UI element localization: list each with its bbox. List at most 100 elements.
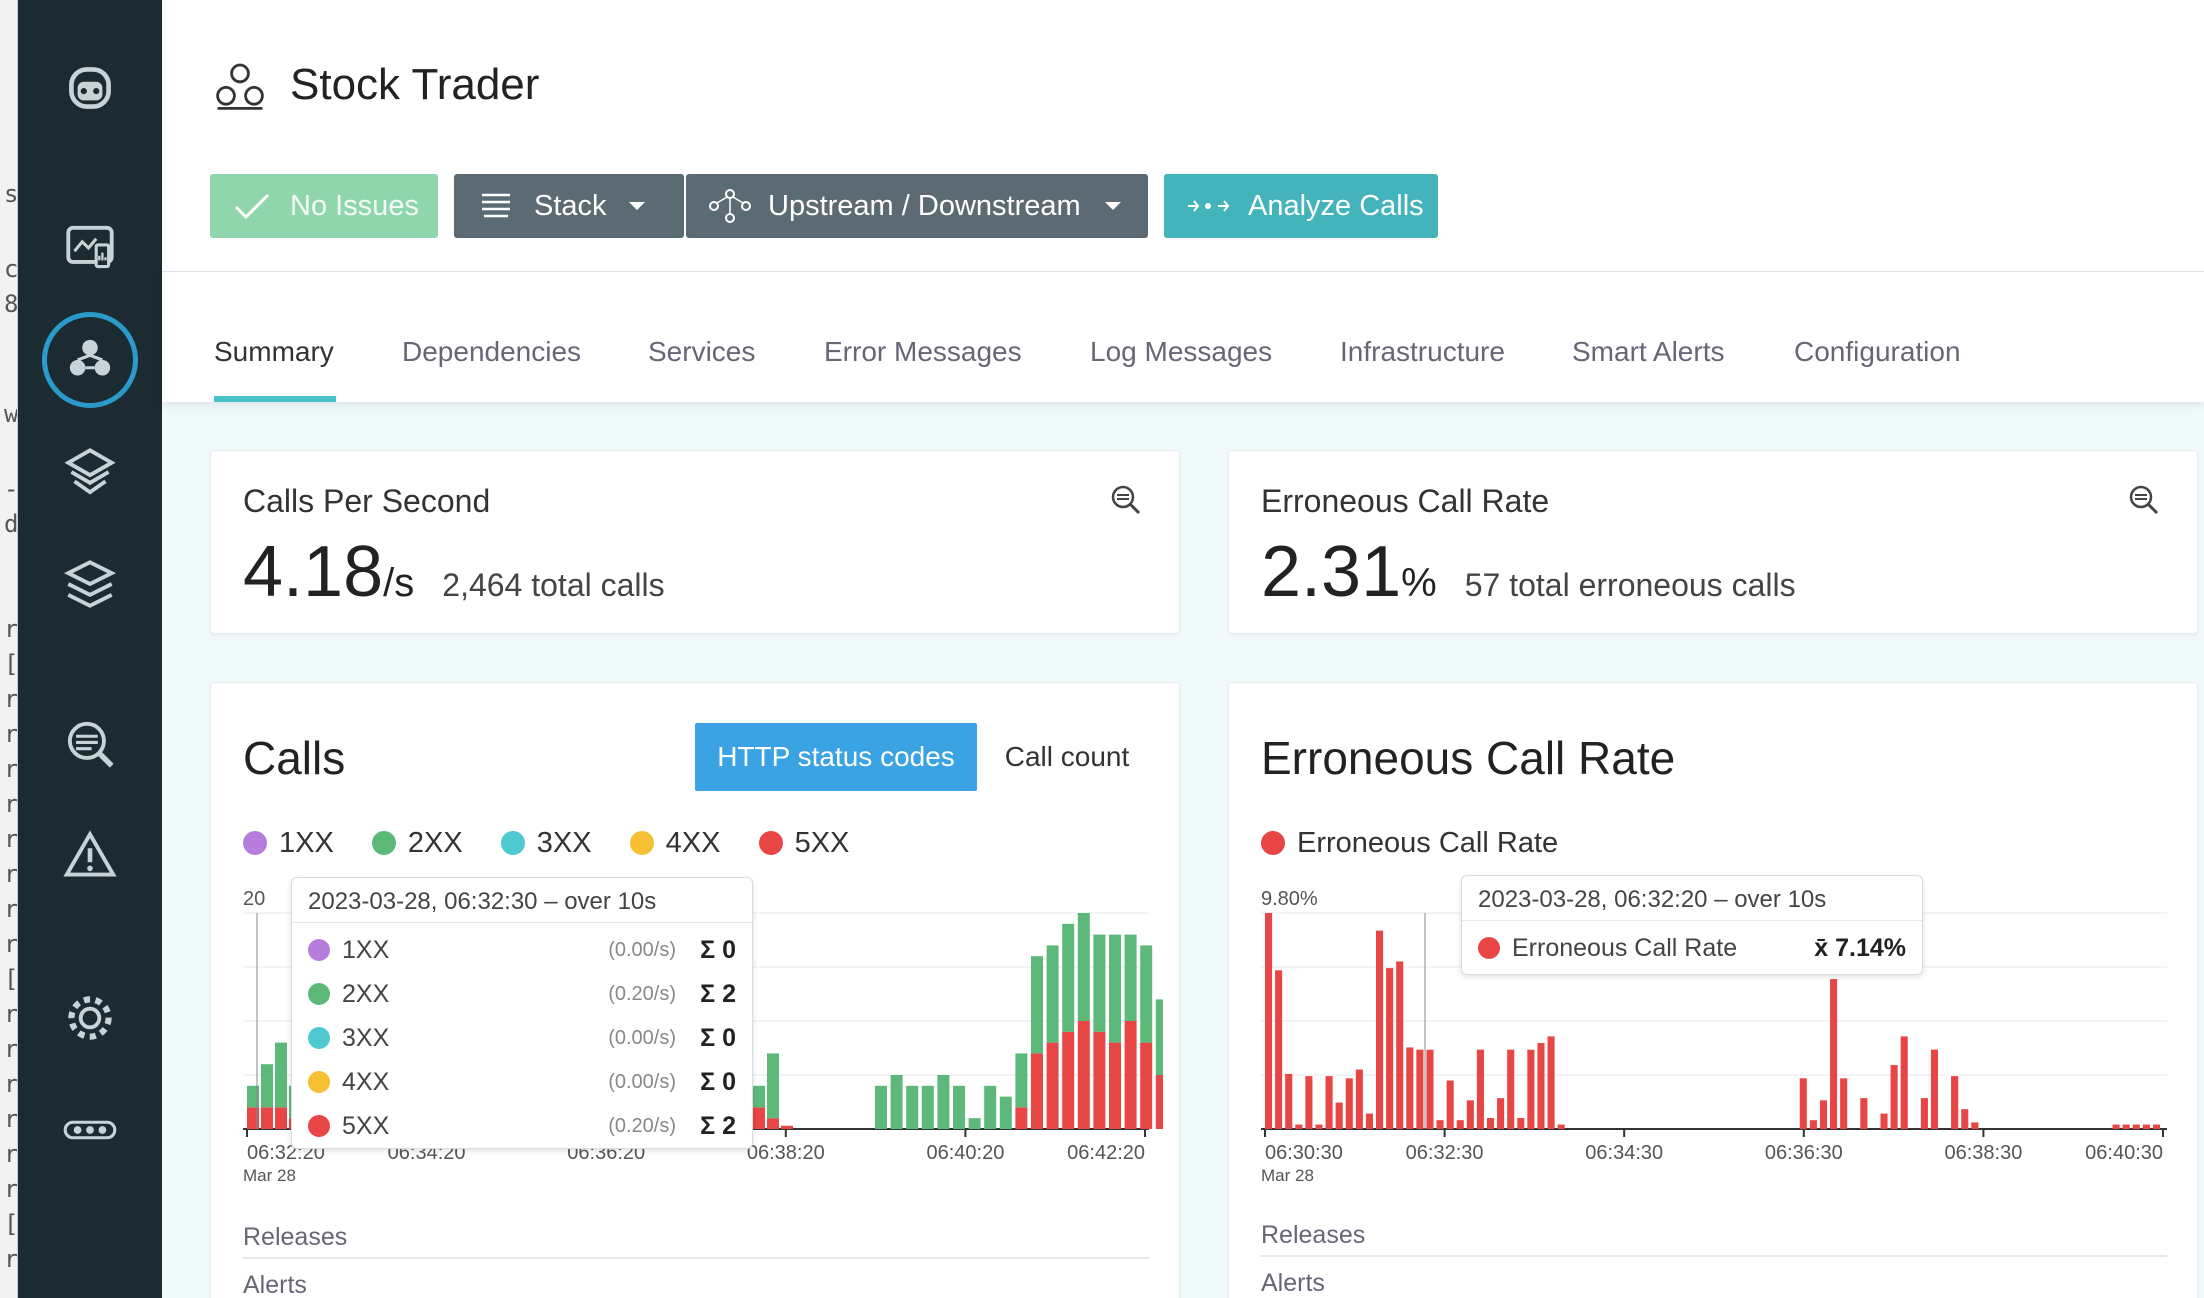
legend-4xx[interactable]: 4XX (629, 827, 721, 859)
tab-configuration[interactable]: Configuration (1794, 336, 1961, 368)
upstream-downstream-dropdown[interactable]: Upstream / Downstream (686, 174, 1148, 238)
bar-2xx (1077, 913, 1090, 1021)
bar-2xx (1031, 956, 1043, 1054)
more-icon[interactable] (54, 1094, 126, 1166)
bar-erroneous-rate (2132, 1124, 2140, 1129)
bar-2xx (921, 1085, 934, 1129)
divider (1261, 1255, 2167, 1257)
tab-services[interactable]: Services (648, 336, 755, 368)
no-issues-button[interactable]: No Issues (210, 174, 438, 238)
analyze-icon[interactable] (1105, 479, 1145, 519)
divider (243, 1257, 1149, 1259)
bar-2xx (1109, 934, 1121, 1043)
dashboard-icon[interactable] (54, 212, 126, 284)
legend-1xx[interactable]: 1XX (243, 827, 334, 859)
robot-logo-icon[interactable] (54, 52, 126, 124)
bar-erroneous-rate (1951, 1076, 1959, 1129)
tab-summary[interactable]: Summary (214, 336, 334, 368)
tooltip-header: 2023-03-28, 06:32:30 – over 10s (308, 888, 657, 915)
tooltip-row-3xx: 3XX (0.00/s) Σ 0 (308, 1018, 736, 1058)
alert-icon[interactable] (54, 820, 126, 892)
bar-erroneous-rate (1840, 1078, 1848, 1129)
bar-5xx (1093, 1031, 1106, 1129)
bar-erroneous-rate (1547, 1036, 1555, 1129)
x-tick-label: 06:42:20 (1067, 1142, 1145, 1164)
bar-2xx (875, 1085, 887, 1129)
bar-2xx (753, 1085, 765, 1108)
bar-2xx (906, 1085, 919, 1129)
divider (1462, 920, 1922, 921)
bar-erroneous-rate (1507, 1049, 1515, 1129)
erroneous-rate-legend: Erroneous Call Rate (1261, 827, 1588, 860)
bar-2xx (999, 1096, 1012, 1129)
tab-error-messages[interactable]: Error Messages (824, 336, 1022, 368)
legend-dot (371, 831, 396, 855)
service-icon[interactable] (54, 436, 126, 508)
bar-erroneous-rate (1486, 1117, 1495, 1129)
bar-2xx (890, 1075, 903, 1129)
page-title: Stock Trader (290, 60, 540, 109)
legend-2xx[interactable]: 2XX (371, 827, 463, 859)
legend-dot (243, 831, 267, 855)
x-date-label: Mar 28 (243, 1166, 296, 1185)
legend-erroneous-call-rate[interactable]: Erroneous Call Rate (1261, 827, 1558, 859)
tab-dependencies[interactable]: Dependencies (402, 336, 581, 368)
divider (292, 922, 752, 923)
stack-dropdown[interactable]: Stack (454, 174, 684, 238)
analyze-icon[interactable] (54, 708, 126, 780)
mean-value: x̄ 7.14% (1814, 933, 1906, 962)
layers-icon[interactable] (54, 548, 126, 620)
legend-5xx[interactable]: 5XX (758, 827, 849, 859)
analyze-calls-button[interactable]: Analyze Calls (1164, 174, 1438, 238)
bar-5xx (1015, 1107, 1028, 1129)
bar-erroneous-rate (1497, 1098, 1505, 1129)
erroneous-rate-tooltip: 2023-03-28, 06:32:20 – over 10s Erroneou… (1461, 875, 1923, 975)
bar-erroneous-rate (1285, 1073, 1293, 1129)
x-tick-label: 06:36:30 (1765, 1142, 1843, 1164)
bar-erroneous-rate (1537, 1043, 1545, 1129)
bar-5xx (1046, 1042, 1059, 1129)
bar-erroneous-rate (1416, 1049, 1424, 1129)
bar-erroneous-rate (1961, 1109, 1969, 1129)
sum-value: Σ 0 (700, 1023, 736, 1052)
x-date-label: Mar 28 (1261, 1166, 1314, 1185)
tab-log-messages[interactable]: Log Messages (1090, 336, 1272, 368)
bar-erroneous-rate (1375, 930, 1384, 1129)
legend-dot (500, 831, 525, 855)
settings-icon[interactable] (54, 982, 126, 1054)
bar-erroneous-rate (1890, 1065, 1898, 1129)
tab-smart-alerts[interactable]: Smart Alerts (1572, 336, 1724, 368)
bar-5xx (275, 1107, 287, 1129)
bar-5xx (781, 1125, 793, 1129)
tab-infrastructure[interactable]: Infrastructure (1340, 336, 1505, 368)
bar-erroneous-rate (1830, 979, 1838, 1129)
legend-dot (308, 1115, 330, 1137)
bar-2xx (968, 1118, 981, 1129)
analyze-icon[interactable] (2123, 479, 2163, 519)
bar-erroneous-rate (1476, 1049, 1484, 1129)
bar-erroneous-rate (1335, 1102, 1343, 1129)
bar-erroneous-rate (1446, 1080, 1454, 1129)
releases-label: Releases (1261, 1221, 1366, 1249)
legend-dot (629, 831, 654, 855)
bar-erroneous-rate (1386, 968, 1394, 1129)
bar-erroneous-rate (1900, 1036, 1908, 1129)
call-count-toggle[interactable]: Call count (977, 723, 1157, 791)
chevron-down-icon (1104, 202, 1121, 210)
bar-erroneous-rate (1305, 1076, 1313, 1129)
application-icon[interactable] (42, 312, 138, 408)
bar-erroneous-rate (1557, 1124, 1565, 1129)
calls-per-second-title: Calls Per Second (243, 483, 491, 519)
sum-value: Σ 2 (700, 979, 736, 1008)
legend-3xx[interactable]: 3XX (500, 827, 592, 859)
legend-dot (308, 1071, 330, 1093)
bar-erroneous-rate (1971, 1122, 1979, 1129)
erroneous-call-rate-title: Erroneous Call Rate (1261, 483, 1550, 519)
http-status-codes-toggle[interactable]: HTTP status codes (695, 723, 977, 791)
x-tick-label: 06:38:20 (747, 1142, 825, 1164)
bar-5xx (1062, 1031, 1075, 1129)
tab-bar: Summary Dependencies Services Error Mess… (162, 272, 2204, 402)
bar-5xx (1155, 1075, 1163, 1129)
bar-5xx (1140, 1042, 1153, 1129)
bar-erroneous-rate (2152, 1124, 2160, 1129)
